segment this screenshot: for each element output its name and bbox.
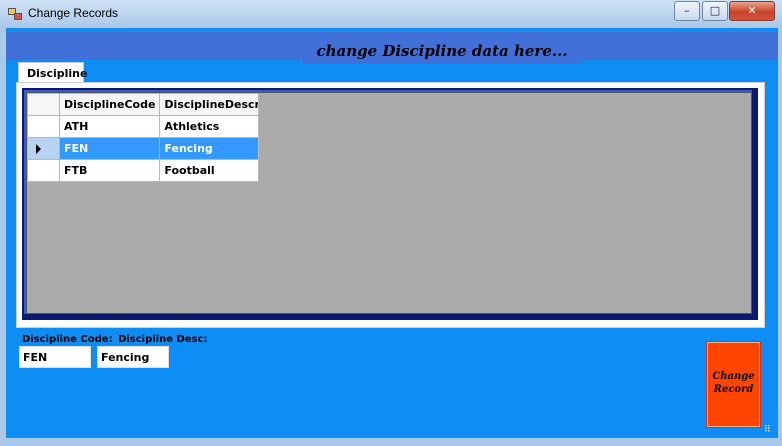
column-header-code[interactable]: DisciplineCode xyxy=(58,93,161,116)
field-labels: Discipline Code: Discipline Desc: xyxy=(22,334,209,345)
table-row-selected[interactable]: FEN Fencing xyxy=(27,137,260,160)
cell-description[interactable]: Fencing xyxy=(159,137,260,160)
column-header-description[interactable]: DisciplineDescript xyxy=(159,93,260,116)
row-header[interactable] xyxy=(27,115,60,138)
row-pointer-icon xyxy=(36,143,41,154)
grid-border: DisciplineCode DisciplineDescript ATH At… xyxy=(22,88,758,320)
window-title: Change Records xyxy=(28,6,119,20)
close-button[interactable]: ✕ xyxy=(729,1,775,21)
change-record-button[interactable]: Change Record xyxy=(706,341,761,428)
row-header[interactable] xyxy=(27,137,60,160)
cell-code[interactable]: FTB xyxy=(58,159,161,182)
table-row[interactable]: ATH Athletics xyxy=(27,115,260,138)
discipline-code-label: Discipline Code: xyxy=(22,334,113,345)
cell-description[interactable]: Athletics xyxy=(159,115,260,138)
change-records-window: Change Records – □ ✕ change Discipline d… xyxy=(0,0,782,446)
discipline-desc-field[interactable]: Fencing xyxy=(97,346,169,368)
discipline-desc-label: Discipline Desc: xyxy=(118,334,208,345)
app-icon xyxy=(8,8,22,20)
tab-discipline[interactable]: Discipline xyxy=(18,62,87,84)
grid-header-row: DisciplineCode DisciplineDescript xyxy=(27,93,260,116)
maximize-button[interactable]: □ xyxy=(702,1,728,21)
row-header-corner[interactable] xyxy=(27,93,60,116)
discipline-table: DisciplineCode DisciplineDescript ATH At… xyxy=(27,93,260,182)
tab-panel-discipline: DisciplineCode DisciplineDescript ATH At… xyxy=(16,82,765,328)
title-bar[interactable]: Change Records – □ ✕ xyxy=(0,0,782,28)
cell-code[interactable]: ATH xyxy=(58,115,161,138)
row-header[interactable] xyxy=(27,159,60,182)
header-label: change Discipline data here... xyxy=(302,38,582,64)
table-row[interactable]: FTB Football xyxy=(27,159,260,182)
cell-code[interactable]: FEN xyxy=(58,137,161,160)
cell-description[interactable]: Football xyxy=(159,159,260,182)
discipline-grid[interactable]: DisciplineCode DisciplineDescript ATH At… xyxy=(26,92,752,314)
window-frame-bottom xyxy=(0,438,782,446)
window-frame-right xyxy=(778,28,782,446)
client-area: change Discipline data here... Disciplin… xyxy=(6,28,778,438)
discipline-code-field[interactable]: FEN xyxy=(19,346,91,368)
resize-grip-icon[interactable]: ⠿ xyxy=(764,426,774,436)
minimize-button[interactable]: – xyxy=(674,1,700,21)
